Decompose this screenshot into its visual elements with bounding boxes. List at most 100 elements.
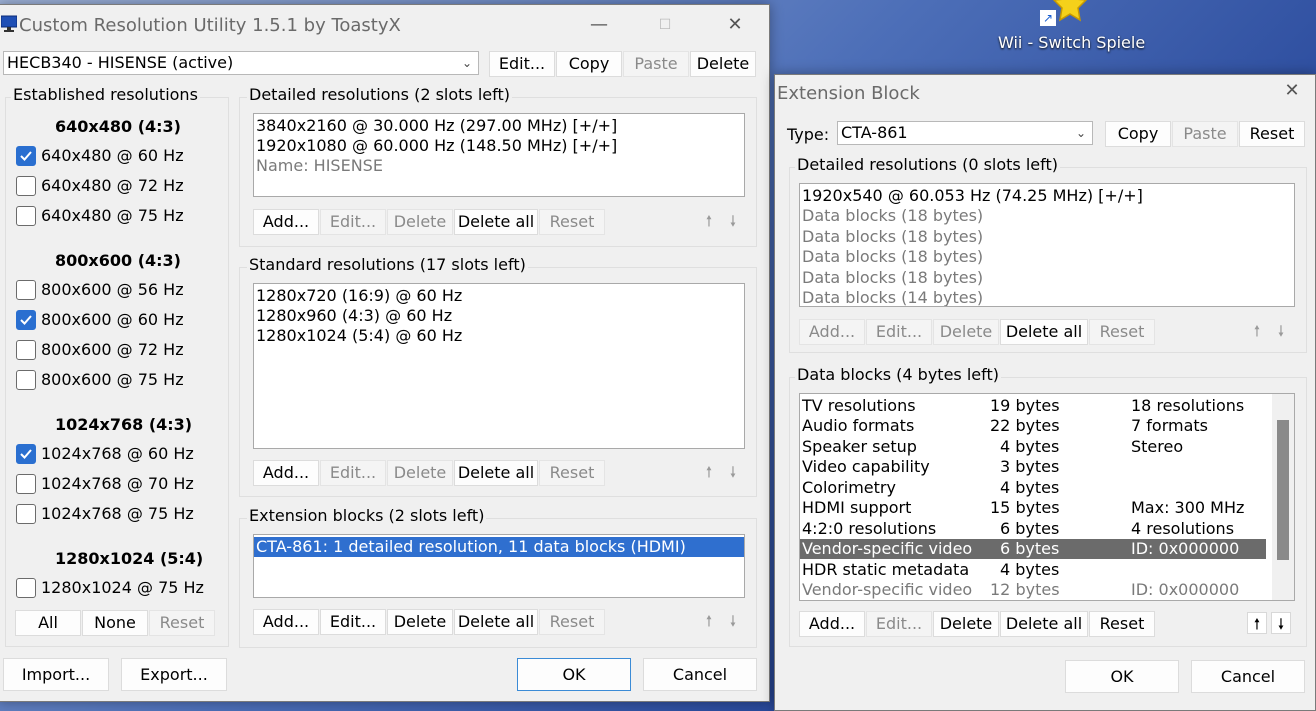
delete-all-button[interactable]: Delete all xyxy=(1000,611,1088,637)
reset-button[interactable]: Reset xyxy=(539,460,605,486)
main-titlebar[interactable]: Custom Resolution Utility 1.5.1 by Toast… xyxy=(0,5,769,47)
add-button[interactable]: Add... xyxy=(253,209,319,235)
table-row[interactable]: Vendor-specific video 6 bytes ID: 0x0000… xyxy=(800,539,1266,559)
minimize-button[interactable]: — xyxy=(587,13,611,37)
checkbox-1024x768-70[interactable] xyxy=(16,474,36,494)
list-item[interactable]: Data blocks (14 bytes) xyxy=(802,288,1292,306)
reset-button[interactable]: Reset xyxy=(539,609,605,635)
maximize-button[interactable]: ☐ xyxy=(653,13,677,37)
move-up-icon[interactable]: 🠕 xyxy=(699,210,719,232)
list-item[interactable]: 1280x1024 (5:4) @ 60 Hz xyxy=(256,326,742,346)
detailed-list[interactable]: 3840x2160 @ 30.000 Hz (297.00 MHz) [+/+]… xyxy=(253,113,745,197)
delete-button[interactable]: Delete xyxy=(387,609,453,635)
delete-display-button[interactable]: Delete xyxy=(690,51,756,77)
export-button[interactable]: Export... xyxy=(121,658,227,691)
close-button[interactable]: ✕ xyxy=(723,13,747,37)
desktop-shortcut[interactable]: ↗ Wii - Switch Spiele xyxy=(990,0,1145,60)
table-row[interactable]: Speaker setup 4 bytes Stereo xyxy=(800,437,1266,457)
scrollbar-thumb[interactable] xyxy=(1277,420,1289,560)
checkbox-640x480-72[interactable] xyxy=(16,176,36,196)
checkbox-800x600-60[interactable] xyxy=(16,310,36,330)
list-item[interactable]: Data blocks (18 bytes) xyxy=(802,227,1292,247)
copy-button[interactable]: Copy xyxy=(556,51,622,77)
cancel-button[interactable]: Cancel xyxy=(643,658,757,691)
checkbox-800x600-75[interactable] xyxy=(16,370,36,390)
standard-list[interactable]: 1280x720 (16:9) @ 60 Hz 1280x960 (4:3) @… xyxy=(253,283,745,449)
list-item[interactable]: 1920x540 @ 60.053 Hz (74.25 MHz) [+/+] xyxy=(802,186,1292,206)
list-item[interactable]: 1280x960 (4:3) @ 60 Hz xyxy=(256,306,742,326)
checkbox-1024x768-60[interactable] xyxy=(16,444,36,464)
edit-button[interactable]: Edit... xyxy=(866,611,932,637)
delete-all-button[interactable]: Delete all xyxy=(454,609,538,635)
list-item[interactable]: Name: HISENSE xyxy=(256,156,742,176)
type-select[interactable]: CTA-861 ⌄ xyxy=(837,121,1093,145)
delete-button[interactable]: Delete xyxy=(933,611,999,637)
none-button[interactable]: None xyxy=(82,610,148,636)
display-select[interactable]: HECB340 - HISENSE (active) ⌄ xyxy=(3,51,479,75)
checkbox-640x480-60[interactable] xyxy=(16,146,36,166)
delete-all-button[interactable]: Delete all xyxy=(454,460,538,486)
list-item[interactable]: Data blocks (18 bytes) xyxy=(802,206,1292,226)
edit-button[interactable]: Edit... xyxy=(320,609,386,635)
move-up-icon[interactable]: 🠕 xyxy=(1247,320,1267,342)
add-button[interactable]: Add... xyxy=(253,609,319,635)
list-item[interactable]: 3840x2160 @ 30.000 Hz (297.00 MHz) [+/+] xyxy=(256,116,742,136)
delete-button[interactable]: Delete xyxy=(387,209,453,235)
delete-all-button[interactable]: Delete all xyxy=(454,209,538,235)
list-item[interactable]: 1920x1080 @ 60.000 Hz (148.50 MHz) [+/+] xyxy=(256,136,742,156)
delete-button[interactable]: Delete xyxy=(387,460,453,486)
move-up-icon[interactable]: 🠕 xyxy=(1247,612,1267,634)
checkbox-1280x1024-75[interactable] xyxy=(16,578,36,598)
close-button[interactable]: ✕ xyxy=(1280,79,1304,103)
move-down-icon[interactable]: 🠗 xyxy=(723,461,743,483)
table-row[interactable]: TV resolutions 19 bytes 18 resolutions xyxy=(800,396,1266,416)
ok-button[interactable]: OK xyxy=(517,658,631,691)
table-row[interactable]: HDMI support 15 bytes Max: 300 MHz xyxy=(800,498,1266,518)
reset-button[interactable]: Reset xyxy=(1089,319,1155,345)
table-row[interactable]: Audio formats 22 bytes 7 formats xyxy=(800,416,1266,436)
reset-button[interactable]: Reset xyxy=(1089,611,1155,637)
list-item[interactable]: CTA-861: 1 detailed resolution, 11 data … xyxy=(254,537,744,557)
paste-button[interactable]: Paste xyxy=(623,51,689,77)
checkbox-640x480-75[interactable] xyxy=(16,206,36,226)
list-item[interactable]: Data blocks (18 bytes) xyxy=(802,268,1292,288)
table-row[interactable]: Video capability 3 bytes xyxy=(800,457,1266,477)
move-down-icon[interactable]: 🠗 xyxy=(1271,612,1291,634)
extension-list[interactable]: CTA-861: 1 detailed resolution, 11 data … xyxy=(253,534,745,598)
move-up-icon[interactable]: 🠕 xyxy=(699,461,719,483)
checkbox-800x600-56[interactable] xyxy=(16,280,36,300)
extension-titlebar[interactable]: Extension Block ✕ xyxy=(775,75,1315,117)
add-button[interactable]: Add... xyxy=(253,460,319,486)
table-row[interactable]: HDR static metadata 4 bytes xyxy=(800,560,1266,580)
ext-detailed-list[interactable]: 1920x540 @ 60.053 Hz (74.25 MHz) [+/+] D… xyxy=(799,183,1295,307)
cancel-button[interactable]: Cancel xyxy=(1191,660,1305,693)
table-row[interactable]: 4:2:0 resolutions 6 bytes 4 resolutions xyxy=(800,519,1266,539)
edit-button[interactable]: Edit... xyxy=(320,460,386,486)
table-row[interactable]: Vendor-specific video 12 bytes ID: 0x000… xyxy=(800,580,1266,600)
all-button[interactable]: All xyxy=(15,610,81,636)
edit-button[interactable]: Edit... xyxy=(866,319,932,345)
add-button[interactable]: Add... xyxy=(799,319,865,345)
reset-button[interactable]: Reset xyxy=(539,209,605,235)
move-down-icon[interactable]: 🠗 xyxy=(723,610,743,632)
reset-button[interactable]: Reset xyxy=(1239,121,1305,147)
table-row[interactable]: Colorimetry 4 bytes xyxy=(800,478,1266,498)
add-button[interactable]: Add... xyxy=(799,611,865,637)
list-item[interactable]: 1280x720 (16:9) @ 60 Hz xyxy=(256,286,742,306)
edit-button[interactable]: Edit... xyxy=(320,209,386,235)
delete-all-button[interactable]: Delete all xyxy=(1000,319,1088,345)
paste-button[interactable]: Paste xyxy=(1172,121,1238,147)
move-down-icon[interactable]: 🠗 xyxy=(1271,320,1291,342)
ok-button[interactable]: OK xyxy=(1065,660,1179,693)
copy-button[interactable]: Copy xyxy=(1105,121,1171,147)
datablocks-list[interactable]: TV resolutions 19 bytes 18 resolutions A… xyxy=(799,393,1295,601)
edit-display-button[interactable]: Edit... xyxy=(489,51,555,77)
list-item[interactable]: Data blocks (18 bytes) xyxy=(802,247,1292,267)
import-button[interactable]: Import... xyxy=(3,658,109,691)
scrollbar[interactable] xyxy=(1272,394,1294,600)
move-up-icon[interactable]: 🠕 xyxy=(699,610,719,632)
delete-button[interactable]: Delete xyxy=(933,319,999,345)
reset-button[interactable]: Reset xyxy=(149,610,215,636)
checkbox-800x600-72[interactable] xyxy=(16,340,36,360)
move-down-icon[interactable]: 🠗 xyxy=(723,210,743,232)
